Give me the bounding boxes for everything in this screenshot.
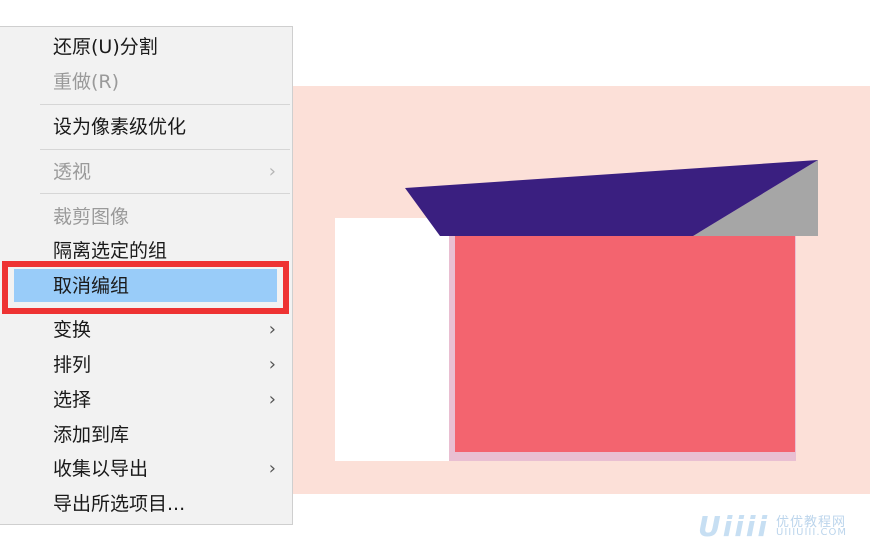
menu-item-collect-for-export[interactable]: 收集以导出 › — [0, 454, 290, 484]
menu-item-label: 裁剪图像 — [53, 206, 130, 228]
menu-separator — [40, 104, 290, 105]
chevron-right-icon: › — [268, 458, 276, 479]
menu-item-label: 选择 — [53, 389, 92, 411]
menu-item-crop-image: 裁剪图像 — [0, 202, 290, 232]
menu-item-transform[interactable]: 变换 › — [0, 315, 290, 345]
menu-item-label: 设为像素级优化 — [53, 116, 187, 138]
chevron-right-icon: › — [268, 161, 276, 182]
menu-item-label: 变换 — [53, 319, 92, 341]
menu-item-label: 添加到库 — [53, 424, 130, 446]
menu-item-label: 导出所选项目... — [53, 493, 186, 515]
menu-item-select[interactable]: 选择 › — [0, 385, 290, 415]
menu-item-label: 收集以导出 — [53, 458, 149, 480]
menu-item-label: 重做(R) — [53, 71, 120, 93]
watermark: Uiiii 优优教程网 UIIIUIII.COM — [698, 510, 868, 543]
watermark-url: UIIIUIII.COM — [776, 527, 847, 538]
menu-item-export-selection[interactable]: 导出所选项目... — [0, 489, 290, 519]
menu-separator — [40, 193, 290, 194]
menu-item-pixel-optimize[interactable]: 设为像素级优化 — [0, 112, 290, 142]
menu-item-label: 还原(U)分割 — [53, 36, 158, 58]
callout-highlight-box — [2, 261, 289, 314]
menu-item-label: 透视 — [53, 161, 92, 183]
chevron-right-icon: › — [268, 319, 276, 340]
menu-item-perspective: 透视 › — [0, 157, 290, 187]
menu-item-arrange[interactable]: 排列 › — [0, 350, 290, 380]
menu-item-add-to-library[interactable]: 添加到库 — [0, 420, 290, 450]
chevron-right-icon: › — [268, 354, 276, 375]
menu-item-label: 排列 — [53, 354, 92, 376]
menu-item-undo-split[interactable]: 还原(U)分割 — [0, 32, 290, 62]
menu-item-redo: 重做(R) — [0, 67, 290, 97]
chevron-right-icon: › — [268, 389, 276, 410]
watermark-logo: Uiiii — [698, 510, 770, 543]
menu-separator — [40, 149, 290, 150]
